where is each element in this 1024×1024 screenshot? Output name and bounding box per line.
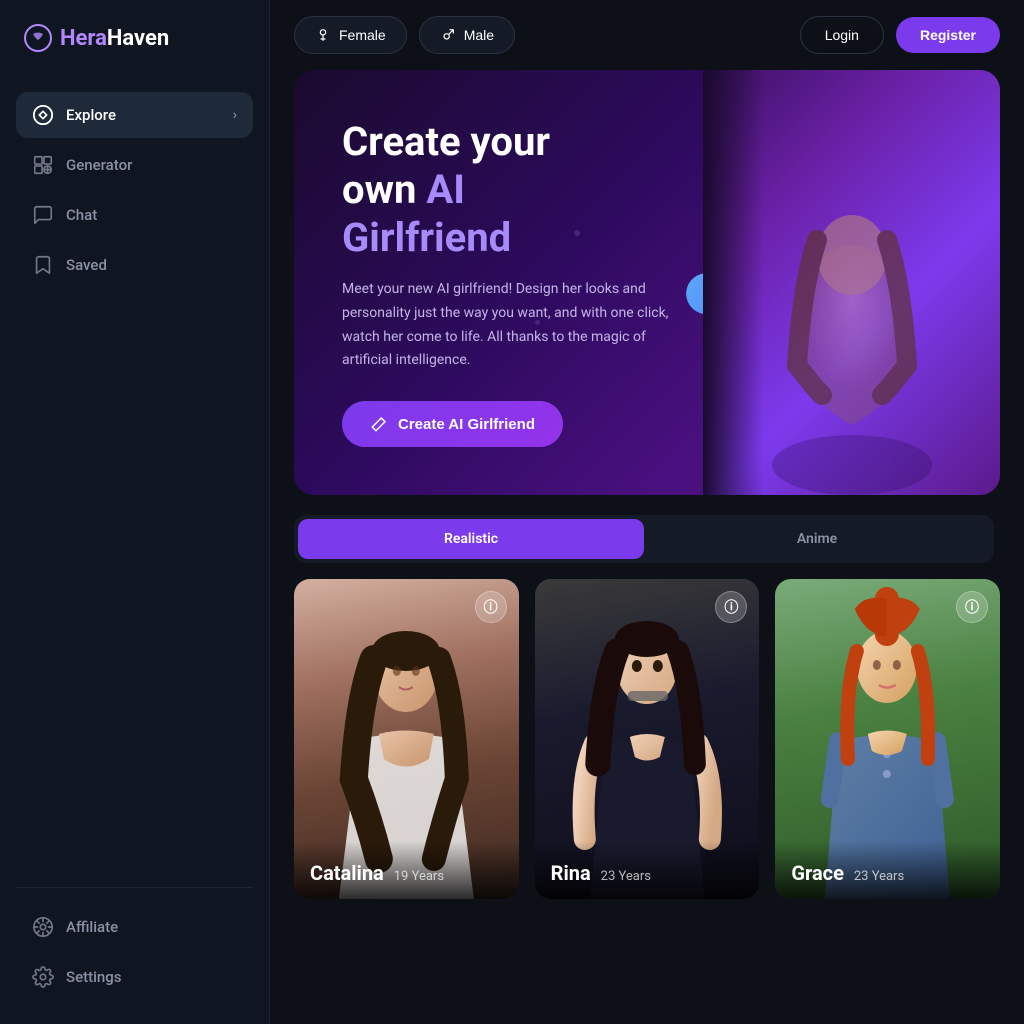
explore-label: Explore [66,106,116,124]
card-catalina-name: Catalina [310,861,384,885]
female-icon [315,27,331,43]
tab-anime[interactable]: Anime [644,519,990,559]
card-grace[interactable]: ⓘ Grace 23 Years [775,579,1000,899]
settings-icon [32,966,54,988]
generator-icon [32,154,54,176]
card-catalina-age: 19 Years [394,869,444,884]
saved-icon [32,254,54,276]
register-button[interactable]: Register [896,17,1000,53]
male-button[interactable]: Male [419,16,515,54]
hero-content: Create your own AI Girlfriend Meet your … [342,118,678,447]
hero-person-silhouette [752,185,952,495]
card-rina-age: 23 Years [601,869,651,884]
nav-section: Explore › Generator Chat [16,92,253,887]
topbar: Female Male Login Register [270,0,1024,70]
sidebar-item-affiliate[interactable]: Affiliate [16,904,253,950]
tabs-container: Realistic Anime [294,515,994,563]
sidebar-item-explore[interactable]: Explore › [16,92,253,138]
card-rina[interactable]: ⓘ Rina 23 Years [535,579,760,899]
card-catalina[interactable]: ⓘ Catalina 19 Years [294,579,519,899]
tabs-section: Realistic Anime [270,495,1024,579]
card-grace-age: 23 Years [854,869,904,884]
sidebar-bottom: Affiliate Settings [16,887,253,1000]
tab-realistic[interactable]: Realistic [298,519,644,559]
female-label: Female [339,27,386,43]
hero-title: Create your own AI Girlfriend [342,118,678,262]
logo-icon [24,24,52,52]
create-girlfriend-button[interactable]: Create AI Girlfriend [342,401,563,447]
sidebar-item-saved[interactable]: Saved [16,242,253,288]
settings-label: Settings [66,968,122,986]
chevron-right-icon: › [233,107,237,123]
saved-label: Saved [66,256,107,274]
sidebar: HeraHaven Explore › Generator [0,0,270,1024]
male-label: Male [464,27,494,43]
male-icon [440,27,456,43]
cards-grid: ⓘ Catalina 19 Years [294,579,1000,899]
chat-icon [32,204,54,226]
sidebar-item-chat[interactable]: Chat [16,192,253,238]
chat-label: Chat [66,206,97,224]
card-rina-label: Rina 23 Years [535,841,760,899]
hero-image-area [703,70,1000,495]
login-button[interactable]: Login [800,16,884,54]
sidebar-item-generator[interactable]: Generator [16,142,253,188]
card-rina-name: Rina [551,861,591,885]
cards-section: ⓘ Catalina 19 Years [270,579,1024,923]
affiliate-icon [32,916,54,938]
card-grace-name: Grace [791,861,844,885]
hero-description: Meet your new AI girlfriend! Design her … [342,278,678,373]
generator-label: Generator [66,156,132,174]
wand-icon [370,415,388,433]
sidebar-item-settings[interactable]: Settings [16,954,253,1000]
logo-text: HeraHaven [60,26,169,51]
logo: HeraHaven [16,24,253,52]
female-button[interactable]: Female [294,16,407,54]
card-grace-info-button[interactable]: ⓘ [956,591,988,623]
card-grace-label: Grace 23 Years [775,841,1000,899]
card-catalina-label: Catalina 19 Years [294,841,519,899]
affiliate-label: Affiliate [66,918,118,936]
explore-icon [32,104,54,126]
hero-banner: Create your own AI Girlfriend Meet your … [294,70,1000,495]
main-content: Female Male Login Register Create your o… [270,0,1024,1024]
card-catalina-info-button[interactable]: ⓘ [475,591,507,623]
